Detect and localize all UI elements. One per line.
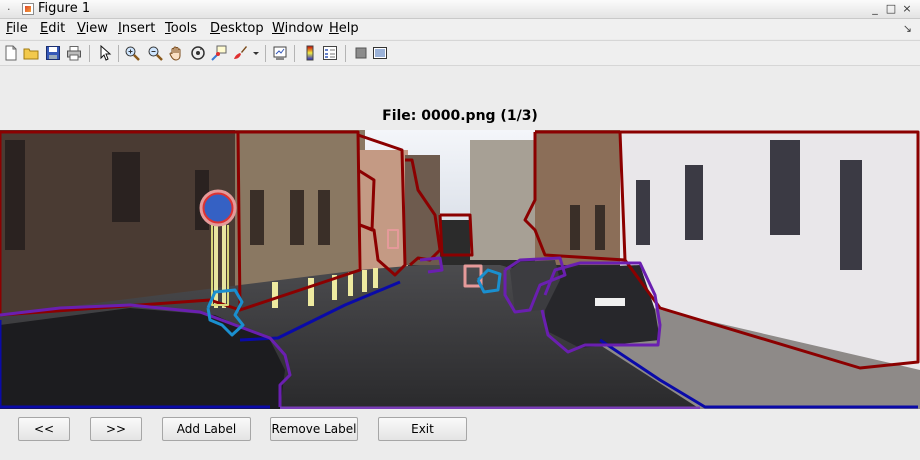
menu-help[interactable]: Help <box>329 21 359 36</box>
bollard <box>348 272 353 296</box>
close-button[interactable]: × <box>900 2 914 16</box>
window <box>250 190 264 245</box>
street-scene-graphic <box>0 130 920 409</box>
legend-icon[interactable] <box>322 45 338 61</box>
menu-help-label: elp <box>338 21 359 36</box>
menu-view[interactable]: View <box>77 21 108 36</box>
show-plot-tools-icon[interactable] <box>372 45 388 61</box>
zoom-out-icon[interactable] <box>147 45 163 61</box>
open-folder-icon[interactable] <box>23 45 39 61</box>
menu-view-accel: V <box>77 21 86 36</box>
new-file-icon[interactable] <box>3 45 19 61</box>
bollard <box>362 270 367 292</box>
menu-view-label: iew <box>85 21 108 36</box>
menu-edit[interactable]: Edit <box>40 21 65 36</box>
save-icon[interactable] <box>45 45 61 61</box>
pointer-icon[interactable] <box>97 45 113 61</box>
remove-label-button[interactable]: Remove Label <box>270 417 358 441</box>
sign-pole <box>222 218 226 308</box>
menu-file-label: ile <box>12 21 28 36</box>
window <box>685 165 703 240</box>
dock-arrow-icon[interactable]: ↘ <box>903 22 912 35</box>
maximize-button[interactable]: □ <box>884 2 898 16</box>
bollard <box>272 282 278 308</box>
window <box>318 190 330 245</box>
figure-title: File: 0000.png (1/3) <box>382 108 538 124</box>
toolbar-separator <box>118 45 119 62</box>
toolbar-separator <box>265 45 266 62</box>
menu-tools[interactable]: Tools <box>165 21 197 36</box>
window <box>636 180 650 245</box>
menu-edit-accel: E <box>40 21 49 36</box>
matlab-figure-icon <box>22 3 34 15</box>
window <box>5 140 25 250</box>
bollard <box>373 268 378 288</box>
far-left-building <box>358 150 408 270</box>
colorbar-icon[interactable] <box>302 45 318 61</box>
menu-tools-label: ools <box>170 21 198 36</box>
menu-window-accel: W <box>272 21 285 36</box>
menu-desktop-accel: D <box>210 21 221 36</box>
window-title: Figure 1 <box>38 1 91 16</box>
brush-icon[interactable] <box>232 45 248 61</box>
exit-button[interactable]: Exit <box>378 417 467 441</box>
rotate-3d-icon[interactable] <box>190 45 206 61</box>
pan-hand-icon[interactable] <box>168 45 184 61</box>
far-building <box>405 155 440 265</box>
zoom-in-icon[interactable] <box>124 45 140 61</box>
window-menu-dot-icon[interactable]: · <box>7 3 11 16</box>
window <box>570 205 580 250</box>
hide-plot-tools-icon[interactable] <box>353 45 369 61</box>
window <box>770 140 800 235</box>
bollard <box>308 278 314 306</box>
window <box>290 190 304 245</box>
menu-insert[interactable]: Insert <box>118 21 155 36</box>
window <box>595 205 605 250</box>
menu-bar: File Edit View Insert Tools Desktop Wind… <box>0 19 920 39</box>
menu-edit-label: dit <box>48 21 66 36</box>
menu-insert-label: nsert <box>121 21 156 36</box>
menu-window-label: indow <box>284 21 324 36</box>
brush-dropdown-icon[interactable] <box>252 45 260 61</box>
figure-toolbar <box>0 40 920 66</box>
far-right-building <box>470 140 540 260</box>
previous-button[interactable]: << <box>18 417 70 441</box>
toolbar-separator <box>294 45 295 62</box>
menu-file[interactable]: File <box>6 21 28 36</box>
print-icon[interactable] <box>66 45 82 61</box>
label-building-distant[interactable] <box>438 213 474 257</box>
menu-window[interactable]: Window <box>272 21 323 36</box>
next-button[interactable]: >> <box>90 417 142 441</box>
toolbar-separator <box>345 45 346 62</box>
labeled-street-image[interactable] <box>0 130 920 409</box>
data-cursor-icon[interactable] <box>211 45 227 61</box>
menu-desktop[interactable]: Desktop <box>210 21 264 36</box>
minimize-button[interactable]: _ <box>868 2 882 16</box>
window-title-bar: · Figure 1 _ □ × <box>0 0 920 19</box>
menu-help-accel: H <box>329 21 339 36</box>
toolbar-separator <box>89 45 90 62</box>
window <box>112 152 140 222</box>
license-plate <box>595 298 625 306</box>
window <box>840 160 862 270</box>
menu-desktop-label: esktop <box>220 21 264 36</box>
link-plot-icon[interactable] <box>272 45 288 61</box>
add-label-button[interactable]: Add Label <box>162 417 251 441</box>
no-parking-sign <box>201 191 235 225</box>
